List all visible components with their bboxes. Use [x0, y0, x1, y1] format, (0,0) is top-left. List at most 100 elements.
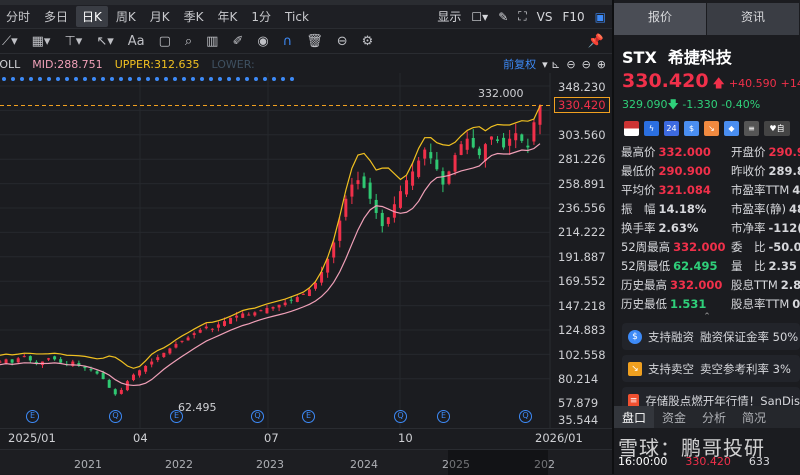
- search-icon[interactable]: ⌕: [185, 34, 192, 49]
- period-年K[interactable]: 年K: [212, 6, 244, 27]
- event-dot: [254, 77, 258, 81]
- stat-value: 62.495: [673, 259, 717, 273]
- period-日K[interactable]: 日K: [76, 6, 108, 27]
- earnings-event-icon[interactable]: E: [170, 410, 183, 423]
- zoom-in-icon[interactable]: ⊕: [597, 58, 606, 71]
- display-dropdown[interactable]: 显示: [437, 8, 461, 25]
- candle: [17, 358, 20, 362]
- text-tool[interactable]: Aa: [128, 34, 145, 49]
- vs-button[interactable]: VS: [537, 10, 553, 24]
- measure-tool-icon[interactable]: ⊤▾: [64, 34, 82, 49]
- candle: [144, 366, 147, 372]
- chart-icon[interactable]: ▥: [206, 34, 218, 49]
- earnings-event-icon[interactable]: E: [26, 410, 39, 423]
- candle: [235, 316, 238, 318]
- event-dot: [182, 77, 186, 81]
- short-icon[interactable]: ↘: [704, 121, 719, 136]
- stat-value: 332.000: [673, 240, 725, 254]
- collapse-icon[interactable]: ⌃: [614, 312, 800, 318]
- stat-label: 历史最高: [621, 278, 667, 292]
- margin-card[interactable]: $ 支持融资 融资保证金率 50%: [622, 323, 800, 350]
- fullscreen-icon[interactable]: ⛶: [518, 9, 526, 24]
- gear-icon[interactable]: ⚙: [362, 34, 374, 49]
- period-月K[interactable]: 月K: [144, 6, 176, 27]
- tag-icon[interactable]: ◆: [724, 121, 739, 136]
- candle: [387, 217, 390, 224]
- dollar-icon[interactable]: $: [684, 121, 699, 136]
- candle: [460, 144, 463, 155]
- indicator-name[interactable]: BOLL: [0, 58, 20, 71]
- period-周K[interactable]: 周K: [110, 6, 142, 27]
- stat-item: 股息TTM2.88: [731, 277, 800, 293]
- period-多日[interactable]: 多日: [38, 6, 74, 27]
- tab-analysis[interactable]: 分析: [694, 406, 734, 428]
- event-dot: [227, 77, 231, 81]
- price-pct: +14.00%: [781, 77, 800, 90]
- candle: [344, 199, 347, 217]
- candle: [332, 242, 335, 257]
- note-icon[interactable]: ≡: [744, 121, 759, 136]
- magnet-icon[interactable]: ∩: [283, 34, 293, 49]
- line-tool-icon[interactable]: ⟋▾: [2, 34, 18, 49]
- quarter-event-icon[interactable]: Q: [109, 410, 122, 423]
- range-navigator[interactable]: 2021 2022 2023 2024 2025 202: [0, 449, 612, 474]
- price-tick: 303.560: [558, 128, 606, 142]
- earnings-event-icon[interactable]: E: [437, 410, 450, 423]
- candle: [350, 185, 353, 197]
- event-dot: [110, 77, 114, 81]
- period-季K[interactable]: 季K: [178, 6, 210, 27]
- tab-funds[interactable]: 资金: [654, 406, 694, 428]
- trash-icon[interactable]: 🗑: [306, 34, 323, 49]
- f10-button[interactable]: F10: [562, 10, 584, 24]
- pin-icon[interactable]: 📌: [588, 34, 604, 49]
- candle: [199, 330, 202, 333]
- stat-item: 昨收价289.8: [731, 163, 800, 179]
- chart-tool-icon[interactable]: ▦▾: [32, 34, 51, 49]
- tab-profile[interactable]: 简况: [734, 406, 774, 428]
- time-tick: 04: [133, 431, 148, 445]
- stat-label: 52周最高: [621, 240, 670, 254]
- adjust-dropdown[interactable]: 前复权: [503, 56, 536, 72]
- pencil-icon[interactable]: ✐: [232, 34, 243, 49]
- event-dot: [200, 77, 204, 81]
- favorite-button[interactable]: ♥自: [764, 121, 790, 136]
- quarter-event-icon[interactable]: Q: [251, 410, 264, 423]
- stat-label: 昨收价: [731, 164, 766, 178]
- short-label: 支持卖空: [648, 361, 694, 377]
- square-dropdown-icon[interactable]: ☐▾: [471, 10, 488, 24]
- sync-icon[interactable]: ⊖: [337, 34, 348, 49]
- 24h-badge[interactable]: 24: [664, 121, 679, 136]
- quarter-event-icon[interactable]: Q: [394, 410, 407, 423]
- lightning-icon[interactable]: ϟ: [644, 121, 659, 136]
- tab-orderbook[interactable]: 盘口: [614, 406, 654, 428]
- short-card[interactable]: ↘ 支持卖空 卖空参考利率 3%: [622, 355, 800, 382]
- earnings-event-icon[interactable]: E: [302, 410, 315, 423]
- period-分时[interactable]: 分时: [0, 6, 36, 27]
- tab-quote[interactable]: 报价: [614, 3, 707, 35]
- zoom-out-icon[interactable]: ⊖: [566, 58, 575, 71]
- panel-toggle-icon[interactable]: ▣: [595, 10, 606, 24]
- period-tick[interactable]: Tick: [279, 8, 315, 26]
- stat-value: 321.084: [659, 183, 711, 197]
- candle: [423, 150, 426, 159]
- eye-icon[interactable]: ◉: [257, 34, 268, 49]
- quarter-event-icon[interactable]: Q: [519, 410, 532, 423]
- candle: [223, 321, 226, 326]
- event-dot: [29, 77, 33, 81]
- brush-icon[interactable]: ✎: [498, 10, 508, 24]
- candle: [181, 341, 184, 342]
- candlestick-chart[interactable]: [0, 73, 612, 429]
- candle: [120, 390, 123, 394]
- price-tick: 258.891: [558, 177, 606, 191]
- cursor-tool-icon[interactable]: ↖▾: [96, 34, 113, 49]
- nav-selection[interactable]: [448, 450, 548, 475]
- event-dot: [74, 77, 78, 81]
- price-tick: 236.556: [558, 201, 606, 215]
- minus-icon[interactable]: ⊖: [582, 58, 591, 71]
- axis-scale-icon[interactable]: ▾ ⊾: [542, 58, 560, 71]
- event-dot: [155, 77, 159, 81]
- comment-icon[interactable]: ▢: [159, 34, 171, 49]
- period-1分[interactable]: 1分: [245, 6, 277, 27]
- short-icon: ↘: [628, 362, 642, 376]
- tab-news[interactable]: 资讯: [707, 3, 800, 35]
